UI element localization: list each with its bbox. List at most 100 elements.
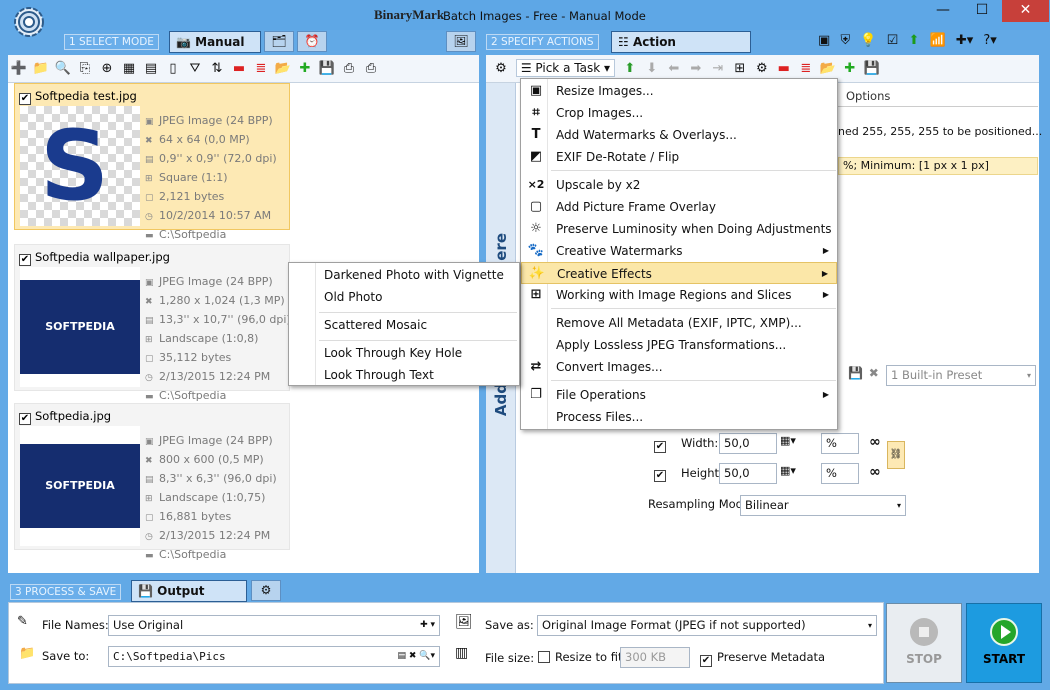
menu-creative-watermarks[interactable]: 🐾 Creative Watermarks ▶ bbox=[521, 240, 837, 262]
preset-select[interactable]: 1 Built-in Preset ▾ bbox=[886, 365, 1036, 386]
remove-all-icon[interactable]: ≣ bbox=[252, 60, 270, 78]
preserve-metadata-checkbox[interactable]: ✔ bbox=[700, 655, 712, 667]
height-checkbox[interactable]: ✔ bbox=[654, 470, 666, 482]
maximize-button[interactable]: ☐ bbox=[963, 0, 1001, 22]
add-green-icon[interactable]: ✚ bbox=[841, 60, 859, 78]
lightbulb-icon[interactable]: 💡 bbox=[860, 33, 876, 48]
right-icon[interactable]: ➡ bbox=[687, 60, 705, 78]
update-arrow-icon[interactable]: ⬆ bbox=[908, 33, 919, 48]
add-green-icon[interactable]: ✚ bbox=[296, 60, 314, 78]
calculator-icon[interactable]: ▦▾ bbox=[780, 434, 796, 447]
help-icon[interactable]: ?▾ bbox=[983, 33, 996, 48]
submenu-scattered-mosaic[interactable]: Scattered Mosaic bbox=[324, 318, 427, 332]
resize-to-fit-input[interactable]: 300 KB bbox=[620, 647, 690, 668]
view-icon[interactable]: ▤ bbox=[142, 60, 160, 78]
minimize-button[interactable]: — bbox=[924, 0, 962, 22]
start-button[interactable]: START bbox=[966, 603, 1042, 683]
add-icon[interactable]: ⊕ bbox=[98, 60, 116, 78]
unlink-icon[interactable]: ∞ bbox=[869, 464, 881, 480]
tab-output-settings[interactable]: 💾 Output Settings bbox=[131, 580, 247, 618]
file-checkbox[interactable]: ✔ bbox=[19, 413, 31, 425]
remove-icon[interactable]: ▬ bbox=[230, 60, 248, 78]
pick-task-button[interactable]: ☰ Pick a Task ▾ bbox=[515, 59, 615, 77]
file-names-input[interactable]: Use Original ✚ ▾ bbox=[108, 615, 440, 636]
menu-picture-frame[interactable]: ▢ Add Picture Frame Overlay bbox=[521, 196, 837, 218]
file-card[interactable]: ✔ Softpedia.jpg SOFTPEDIA ▣ JPEG Image (24… bbox=[14, 403, 290, 561]
menu-convert-images[interactable]: ⇄ Convert Images... bbox=[521, 356, 837, 378]
preview-toggle[interactable]: 🖼 bbox=[446, 31, 476, 52]
tab-manual[interactable]: 📷 Manual (3) bbox=[169, 31, 261, 69]
sort-icon[interactable]: ⇅ bbox=[208, 60, 226, 78]
menu-upscale[interactable]: ×2 Upscale by x2 bbox=[521, 174, 837, 196]
height-input[interactable]: 50,0 bbox=[719, 463, 777, 484]
save-to-input[interactable]: C:\Softpedia\Pics ▤ ✖ 🔍▾ bbox=[108, 646, 440, 667]
open-folder-icon[interactable]: 📂 bbox=[819, 60, 837, 78]
menu-creative-effects[interactable]: ✨ Creative Effects ▶ bbox=[521, 262, 837, 284]
tab-scheduler[interactable]: ⏰ bbox=[297, 31, 327, 52]
tab-folder-mode[interactable]: 🗂 bbox=[264, 31, 294, 52]
tab-advanced-settings[interactable]: ⚙ bbox=[251, 580, 281, 601]
menu-exif-derotate[interactable]: ◩ EXIF De-Rotate / Flip bbox=[521, 146, 837, 168]
filter-icon[interactable]: ⛛ bbox=[186, 60, 204, 78]
menu-resize-images[interactable]: ▣ Resize Images... bbox=[521, 80, 837, 102]
menu-file-operations[interactable]: ❐ File Operations ▶ bbox=[521, 384, 837, 406]
close-button[interactable]: ✕ bbox=[1002, 0, 1049, 22]
submenu-look-through-text[interactable]: Look Through Text bbox=[324, 368, 434, 382]
menu-preserve-luminosity[interactable]: ☼ Preserve Luminosity when Doing Adjustme… bbox=[521, 218, 837, 240]
remove-icon[interactable]: ▬ bbox=[775, 60, 793, 78]
calculator-icon[interactable]: ▦▾ bbox=[780, 464, 796, 477]
submenu-darkened-vignette[interactable]: Darkened Photo with Vignette bbox=[324, 268, 504, 282]
file-card[interactable]: ✔ Softpedia test.jpg S ▣ JPEG Image (24 BP… bbox=[14, 83, 290, 241]
remove-all-icon[interactable]: ≣ bbox=[797, 60, 815, 78]
chain-link-icon[interactable]: ⛓ bbox=[887, 441, 905, 469]
find-icon[interactable]: 🔍 bbox=[54, 60, 72, 78]
menu-remove-metadata[interactable]: Remove All Metadata (EXIF, IPTC, XMP)... bbox=[521, 312, 837, 334]
export-icon[interactable]: ⎙ bbox=[340, 60, 358, 78]
menu-process-files[interactable]: Process Files... bbox=[521, 406, 837, 428]
submenu-old-photo[interactable]: Old Photo bbox=[324, 290, 382, 304]
shield-icon[interactable]: ⛨ bbox=[840, 33, 850, 48]
add-action-icon[interactable]: ⊞ bbox=[731, 60, 749, 78]
save-icon[interactable]: 💾 bbox=[318, 60, 336, 78]
file-checkbox[interactable]: ✔ bbox=[19, 254, 31, 266]
save-as-icon: 🖼 bbox=[455, 614, 473, 630]
tab-action-sequence[interactable]: ☷ Action Sequence (4) bbox=[611, 31, 751, 69]
unlink-icon[interactable]: ∞ bbox=[869, 434, 881, 450]
checklist-icon[interactable]: ☑ bbox=[887, 33, 899, 48]
menu-crop-images[interactable]: ⌗ Crop Images... bbox=[521, 102, 837, 124]
console-icon[interactable]: ▣ bbox=[818, 33, 830, 48]
width-checkbox[interactable]: ✔ bbox=[654, 441, 666, 453]
menu-image-regions[interactable]: ⊞ Working with Image Regions and Slices ▶ bbox=[521, 284, 837, 306]
settings-gear-icon[interactable]: ⚙ bbox=[492, 60, 510, 78]
copy-icon[interactable]: ⎘ bbox=[76, 60, 94, 78]
save-preset-icon[interactable]: 💾 bbox=[848, 366, 863, 380]
plus-icon[interactable]: ✚▾ bbox=[956, 33, 973, 48]
save-as-select[interactable]: Original Image Format (JPEG if not suppo… bbox=[537, 615, 877, 636]
file-checkbox[interactable]: ✔ bbox=[19, 93, 31, 105]
open-folder-icon[interactable]: 📂 bbox=[274, 60, 292, 78]
add-files-icon[interactable]: ➕ bbox=[10, 60, 28, 78]
menu-add-watermarks[interactable]: T Add Watermarks & Overlays... bbox=[521, 124, 837, 146]
height-unit-select[interactable]: % bbox=[821, 463, 859, 484]
page-icon[interactable]: ▯ bbox=[164, 60, 182, 78]
left-icon[interactable]: ⬅ bbox=[665, 60, 683, 78]
wifi-icon[interactable]: 📶 bbox=[930, 33, 946, 48]
resampling-select[interactable]: Bilinear ▾ bbox=[740, 495, 906, 516]
width-unit-select[interactable]: % bbox=[821, 433, 859, 454]
stop-button[interactable]: STOP bbox=[886, 603, 962, 683]
export2-icon[interactable]: ⎙ bbox=[362, 60, 380, 78]
width-input[interactable]: 50,0 bbox=[719, 433, 777, 454]
move-up-icon[interactable]: ⬆ bbox=[621, 60, 639, 78]
folder-icon: ▬ bbox=[145, 551, 154, 561]
file-card[interactable]: ✔ Softpedia wallpaper.jpg SOFTPEDIA ▣ JPEG… bbox=[14, 244, 291, 402]
grid-view-icon[interactable]: ▦ bbox=[120, 60, 138, 78]
forward-icon[interactable]: ⇥ bbox=[709, 60, 727, 78]
submenu-key-hole[interactable]: Look Through Key Hole bbox=[324, 346, 462, 360]
menu-lossless-jpeg[interactable]: Apply Lossless JPEG Transformations... bbox=[521, 334, 837, 356]
resize-to-fit-checkbox[interactable] bbox=[538, 651, 550, 663]
delete-preset-icon[interactable]: ✖ bbox=[869, 366, 879, 380]
save-icon[interactable]: 💾 bbox=[863, 60, 881, 78]
action-settings-icon[interactable]: ⚙ bbox=[753, 60, 771, 78]
add-folder-icon[interactable]: 📁 bbox=[32, 60, 50, 78]
move-down-icon[interactable]: ⬇ bbox=[643, 60, 661, 78]
